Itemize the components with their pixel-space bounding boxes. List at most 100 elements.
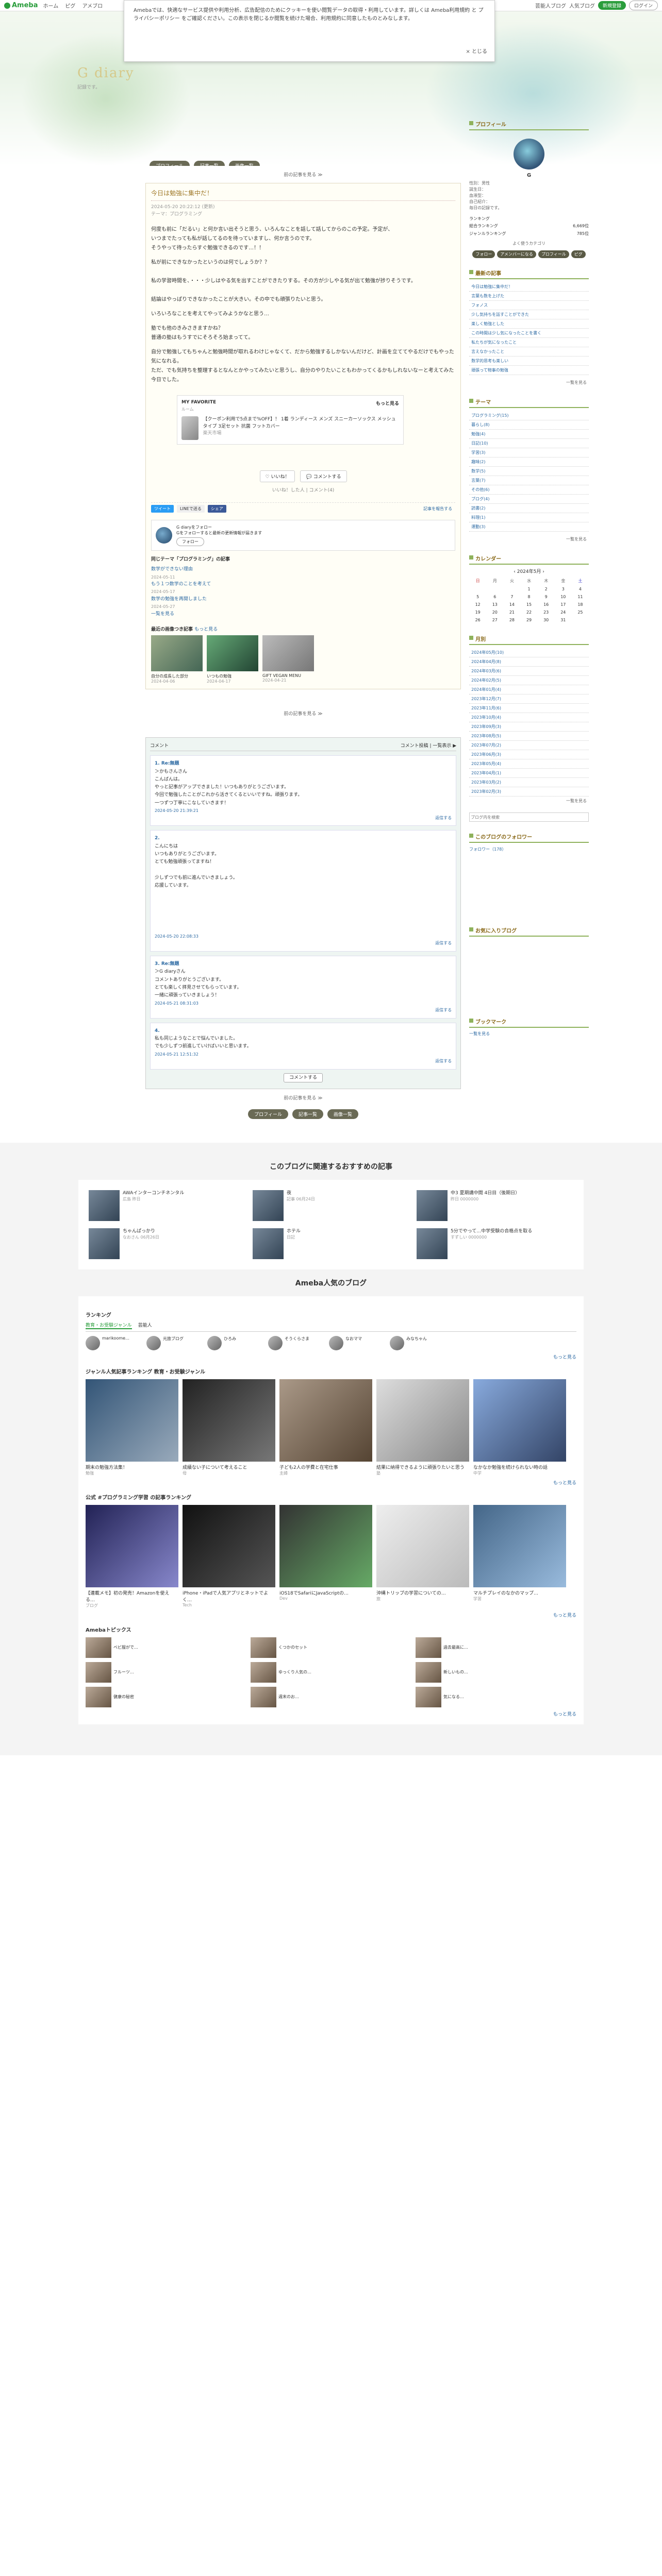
related-title[interactable]: AWAインターコンチネンタル <box>123 1190 184 1197</box>
topic-thumb[interactable] <box>416 1662 441 1683</box>
related-item[interactable]: AWAインターコンチネンタル 広島 昨日 <box>89 1190 245 1221</box>
theme-item[interactable]: 暮らし(8) <box>469 420 589 430</box>
latest-item[interactable]: 言葉も数を上げた <box>469 292 589 301</box>
same-theme-link[interactable]: もう１つ数学のことを考えて <box>151 581 455 588</box>
related-title[interactable]: 5分でやって…中学受験の合格点を取る <box>451 1228 532 1235</box>
related-title[interactable]: ホテル <box>287 1228 301 1235</box>
prog-title[interactable]: 沖縄トリップの学習についての… <box>376 1589 469 1596</box>
theme-item[interactable]: その他(6) <box>469 485 589 495</box>
topic-item[interactable]: ゆっくり人気の… <box>251 1662 411 1683</box>
theme-item[interactable]: プログラミング(15) <box>469 411 589 421</box>
profile-name[interactable]: G <box>469 173 589 178</box>
like-button[interactable]: ♡ いいね！ <box>259 470 295 482</box>
prog-item[interactable]: マルチプレイのなかのマップ… 学習 <box>473 1504 566 1608</box>
related-item[interactable]: ホテル 日記 <box>253 1228 409 1259</box>
archive-item[interactable]: 2023年08月(5) <box>469 732 589 741</box>
ranking-name[interactable]: みなちゃん <box>406 1336 427 1350</box>
related-thumb[interactable] <box>417 1228 448 1259</box>
comment-post-button[interactable]: コメントする <box>284 1073 323 1082</box>
cookie-close-button[interactable]: × とじる <box>466 48 487 56</box>
theme-item[interactable]: 読書(2) <box>469 504 589 514</box>
topic-item[interactable]: 新しいもの… <box>416 1662 576 1683</box>
ranking-name[interactable]: marikoome… <box>102 1336 129 1350</box>
ranking-item[interactable]: なおママ <box>329 1335 386 1350</box>
genre-title[interactable]: 成績ない子について考えること <box>183 1464 275 1470</box>
archive-item[interactable]: 2023年02月(3) <box>469 787 589 797</box>
topic-thumb[interactable] <box>86 1686 111 1707</box>
topic-title[interactable]: 健康の秘密 <box>113 1694 134 1700</box>
latest-item[interactable]: 今日は勉強に集中だ！ <box>469 282 589 292</box>
archive-item[interactable]: 2024年02月(5) <box>469 676 589 686</box>
related-thumb[interactable] <box>253 1228 284 1259</box>
prog-title[interactable]: 【連載メモ】初の発売！Amazonを使える… <box>86 1589 178 1603</box>
prog-item[interactable]: iOS18でSafariにJavaScriptの… Dev <box>279 1504 372 1608</box>
entry-theme[interactable]: テーマ：プログラミング <box>151 211 455 218</box>
image-list-button[interactable]: 画像一覧 <box>228 161 260 166</box>
genre-thumb[interactable] <box>86 1379 178 1462</box>
recent-image-item[interactable]: GIFT VEGAN MENU 2024-04-21 <box>262 635 314 684</box>
nav-ameblo[interactable]: アメブロ <box>82 4 103 9</box>
recent-image-item[interactable]: いつもの勉強 2024-04-17 <box>207 635 258 684</box>
related-item[interactable]: 中3 夏期講中間 4日目（後期日） 昨日 0000000 <box>417 1190 573 1221</box>
related-item[interactable]: 夜記事 06月24日 <box>253 1190 409 1221</box>
archive-more[interactable]: 一覧を見る <box>469 796 589 806</box>
follower-list[interactable]: フォロワー（178） <box>469 846 589 854</box>
image-list-button[interactable]: 画像一覧 <box>327 1109 358 1119</box>
ranking-row[interactable]: ジャンルランキング 785位 <box>469 230 589 238</box>
ranking-more[interactable]: もっと見る <box>86 1353 576 1360</box>
archive-item[interactable]: 2023年07月(2) <box>469 741 589 751</box>
topic-item[interactable]: ベビ服がで… <box>86 1637 246 1658</box>
genre-title[interactable]: 子ども2人の学費と在宅仕事 <box>279 1464 372 1470</box>
genre-item[interactable]: 結果に納得できるように頑張りたいと思う塾 <box>376 1379 469 1476</box>
comment-author[interactable]: ＞G diaryさん <box>155 968 452 976</box>
latest-item[interactable]: 言えなかったこと <box>469 347 589 357</box>
topic-title[interactable]: ゆっくり人気の… <box>278 1669 311 1675</box>
topic-thumb[interactable] <box>416 1686 441 1707</box>
facebook-share-button[interactable]: シェア <box>207 505 226 513</box>
archive-item[interactable]: 2024年05月(10) <box>469 648 589 658</box>
genre-item[interactable]: なかなか勉強を続けられない時の話 中学 <box>473 1379 566 1476</box>
topic-thumb[interactable] <box>251 1662 276 1683</box>
archive-item[interactable]: 2023年12月(7) <box>469 694 589 704</box>
profile-button[interactable]: プロフィール <box>150 161 190 166</box>
topic-item[interactable]: 健康の秘密 <box>86 1686 246 1707</box>
genre-thumb[interactable] <box>183 1379 275 1462</box>
genre-item[interactable]: 期末の勉強方法集！ 勉強 <box>86 1379 178 1476</box>
ranking-avatar[interactable] <box>146 1335 161 1350</box>
topic-item[interactable]: 週末のお… <box>251 1686 411 1707</box>
entry-list-button[interactable]: 記事一覧 <box>193 161 225 166</box>
tweet-button[interactable]: ツイート <box>151 505 174 513</box>
follow-button[interactable]: フォロー <box>176 537 204 546</box>
theme-item[interactable]: 日記(10) <box>469 439 589 449</box>
topic-thumb[interactable] <box>416 1637 441 1658</box>
favorite-thumbnail[interactable] <box>181 416 199 440</box>
genre-title[interactable]: 期末の勉強方法集！ <box>86 1464 178 1470</box>
recent-image-thumb[interactable] <box>207 635 258 672</box>
entry-title[interactable]: 今日は勉強に集中だ！ <box>151 189 456 201</box>
topics-more[interactable]: もっと見る <box>86 1710 576 1717</box>
comment-author[interactable]: こんにちは <box>155 843 452 851</box>
archive-item[interactable]: 2023年10月(4) <box>469 713 589 723</box>
theme-more[interactable]: 一覧を見る <box>469 535 589 544</box>
profile-side-button[interactable]: プロフィール <box>538 250 569 259</box>
prog-thumb[interactable] <box>473 1504 566 1587</box>
genre-title[interactable]: 結果に納得できるように頑張りたいと思う <box>376 1464 469 1470</box>
comment-author[interactable]: ＞かもさんさん <box>155 768 452 776</box>
topic-item[interactable]: 過去最高に… <box>416 1637 576 1658</box>
nav-pigg[interactable]: ピグ <box>65 4 75 9</box>
recent-image-title[interactable]: いつもの勉強 <box>207 673 258 679</box>
prog-title[interactable]: マルチプレイのなかのマップ… <box>473 1589 566 1596</box>
archive-item[interactable]: 2024年03月(6) <box>469 667 589 676</box>
topic-item[interactable]: くつかのセット <box>251 1637 411 1658</box>
ranking-item[interactable]: 元旅ブログ <box>146 1335 203 1350</box>
ranking-item[interactable]: みなちゃん <box>390 1335 446 1350</box>
archive-item[interactable]: 2023年11月(6) <box>469 704 589 714</box>
recent-image-thumb[interactable] <box>262 635 314 672</box>
archive-item[interactable]: 2023年04月(1) <box>469 769 589 778</box>
prev-entry-link-2[interactable]: 前の記事を見る ≫ <box>145 710 461 717</box>
ranking-avatar[interactable] <box>390 1335 404 1350</box>
prog-more[interactable]: もっと見る <box>86 1612 576 1618</box>
prog-title[interactable]: iOS18でSafariにJavaScriptの… <box>279 1589 372 1596</box>
prev-entry-link-3[interactable]: 前の記事を見る ≫ <box>145 1094 461 1101</box>
theme-item[interactable]: 趣味(2) <box>469 457 589 467</box>
